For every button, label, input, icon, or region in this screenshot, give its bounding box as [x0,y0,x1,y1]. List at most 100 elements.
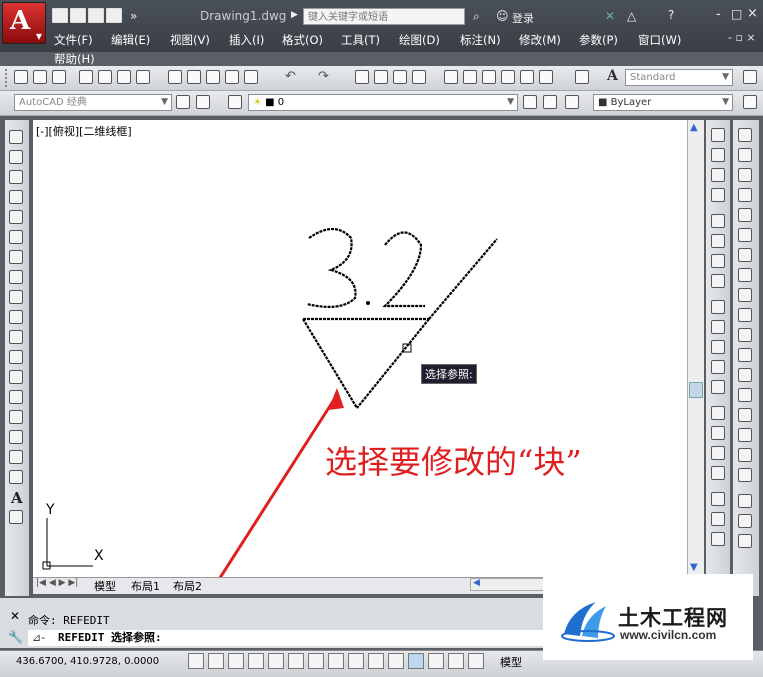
quick-dim-icon[interactable] [711,300,725,314]
polygon-icon[interactable] [9,190,23,204]
scroll-down-icon[interactable]: ▼ [690,562,698,573]
color-select[interactable]: ■ ByLayer ▼ [593,94,733,111]
workspace-select[interactable]: AutoCAD 经典 ▼ [14,94,172,111]
textstyle-select[interactable]: Standard ▼ [625,69,733,86]
dim-update-icon[interactable] [711,532,725,546]
region-icon[interactable] [9,450,23,464]
markup-icon[interactable] [520,70,534,84]
dim-arc-icon[interactable] [711,168,725,182]
open-icon[interactable] [70,8,86,23]
saveas-icon[interactable] [106,8,122,23]
scroll-up-icon[interactable]: ▲ [690,122,698,133]
array-icon[interactable] [738,208,752,222]
save-icon[interactable] [88,8,104,23]
publish-icon[interactable] [117,70,131,84]
spline-icon[interactable] [9,290,23,304]
move-icon[interactable] [738,228,752,242]
binoculars-icon[interactable]: ⌕ [473,9,480,24]
triangle-icon[interactable]: △ [627,9,636,23]
draworder-back-icon[interactable] [738,534,752,548]
selection-cycling-icon[interactable] [448,653,464,669]
toolbar-grip[interactable] [5,69,9,87]
3dprint-icon[interactable] [136,70,150,84]
paste-icon[interactable] [206,70,220,84]
dim-diameter-icon[interactable] [711,254,725,268]
3dosnap-icon[interactable] [308,653,324,669]
menu-insert[interactable]: 插入(I) [229,32,264,48]
menu-format[interactable]: 格式(O) [282,32,323,48]
stretch-icon[interactable] [738,288,752,302]
table-icon[interactable] [9,470,23,484]
blockeditor-icon[interactable] [244,70,258,84]
tab-layout1[interactable]: 布局1 [131,578,160,594]
draworder-icon[interactable] [738,494,752,508]
make-block-icon[interactable] [9,370,23,384]
construction-line-icon[interactable] [9,150,23,164]
annotation-monitor-icon[interactable] [468,653,484,669]
polar-icon[interactable] [268,653,284,669]
dim-space-icon[interactable] [711,360,725,374]
dim-linear-icon[interactable] [711,128,725,142]
redo-icon[interactable]: ↷ [318,69,329,84]
dyn-icon[interactable] [368,653,384,669]
center-mark-icon[interactable] [711,426,725,440]
command-close-icon[interactable]: ✕ [10,609,20,623]
command-input[interactable]: REFEDIT 选择参照: [28,630,543,646]
ducs-icon[interactable] [348,653,364,669]
infer-constraints-icon[interactable] [188,653,204,669]
tab-nav-arrows[interactable]: |◀ ◀ ▶ ▶| [36,578,78,588]
cut-icon[interactable] [168,70,182,84]
rectangle-icon[interactable] [9,210,23,224]
dim-ordinate-icon[interactable] [711,188,725,202]
revcloud-icon[interactable] [9,270,23,284]
ortho-icon[interactable] [248,653,264,669]
transparency-icon[interactable] [408,653,424,669]
ellipse-icon[interactable] [9,310,23,324]
tolerance-icon[interactable] [711,406,725,420]
user-icon[interactable]: ☺ [496,9,509,23]
maximize-button[interactable]: □ [731,7,742,21]
properties-icon[interactable] [444,70,458,84]
help-icon[interactable] [575,70,589,84]
menu-modify[interactable]: 修改(M) [519,32,561,48]
fillet-icon[interactable] [738,428,752,442]
command-settings-icon[interactable]: 🔧 [8,630,23,644]
model-space-button[interactable]: 模型 [500,654,522,670]
polyline-icon[interactable] [9,170,23,184]
toolbar-lock-icon[interactable] [196,95,210,109]
linetype-icon[interactable] [743,95,757,109]
menu-draw[interactable]: 绘图(D) [399,32,440,48]
dim-continue-icon[interactable] [711,340,725,354]
coordinate-readout[interactable]: 436.6700, 410.9728, 0.0000 [16,656,159,667]
insert-block-icon[interactable] [9,350,23,364]
open-icon[interactable] [33,70,47,84]
draworder-front-icon[interactable] [738,514,752,528]
workspace-settings-icon[interactable] [176,95,190,109]
inspection-icon[interactable] [711,446,725,460]
pan-icon[interactable] [355,70,369,84]
menu-tools[interactable]: 工具(T) [341,32,380,48]
extend-icon[interactable] [738,328,752,342]
ellipse-arc-icon[interactable] [9,330,23,344]
point-icon[interactable] [9,390,23,404]
qnew-icon[interactable] [14,70,28,84]
break-icon[interactable] [738,368,752,382]
hatch-icon[interactable] [9,410,23,424]
new-icon[interactable] [52,8,68,23]
trim-icon[interactable] [738,308,752,322]
rotate-icon[interactable] [738,248,752,262]
dim-jogged-icon[interactable] [711,234,725,248]
toolpalettes-icon[interactable] [482,70,496,84]
dim-baseline-icon[interactable] [711,320,725,334]
grid-icon[interactable] [228,653,244,669]
search-input[interactable]: 键入关键字或短语 [303,8,465,25]
explode-icon[interactable] [738,468,752,482]
dimstyle-icon[interactable] [743,70,757,84]
mirror-icon[interactable] [738,168,752,182]
menu-help[interactable]: 帮助(H) [54,51,95,67]
dim-aligned-icon[interactable] [711,148,725,162]
dim-edit-icon[interactable] [711,492,725,506]
tab-model[interactable]: 模型 [94,578,116,594]
circle-icon[interactable] [9,250,23,264]
exchange-icon[interactable]: ✕ [605,9,615,23]
